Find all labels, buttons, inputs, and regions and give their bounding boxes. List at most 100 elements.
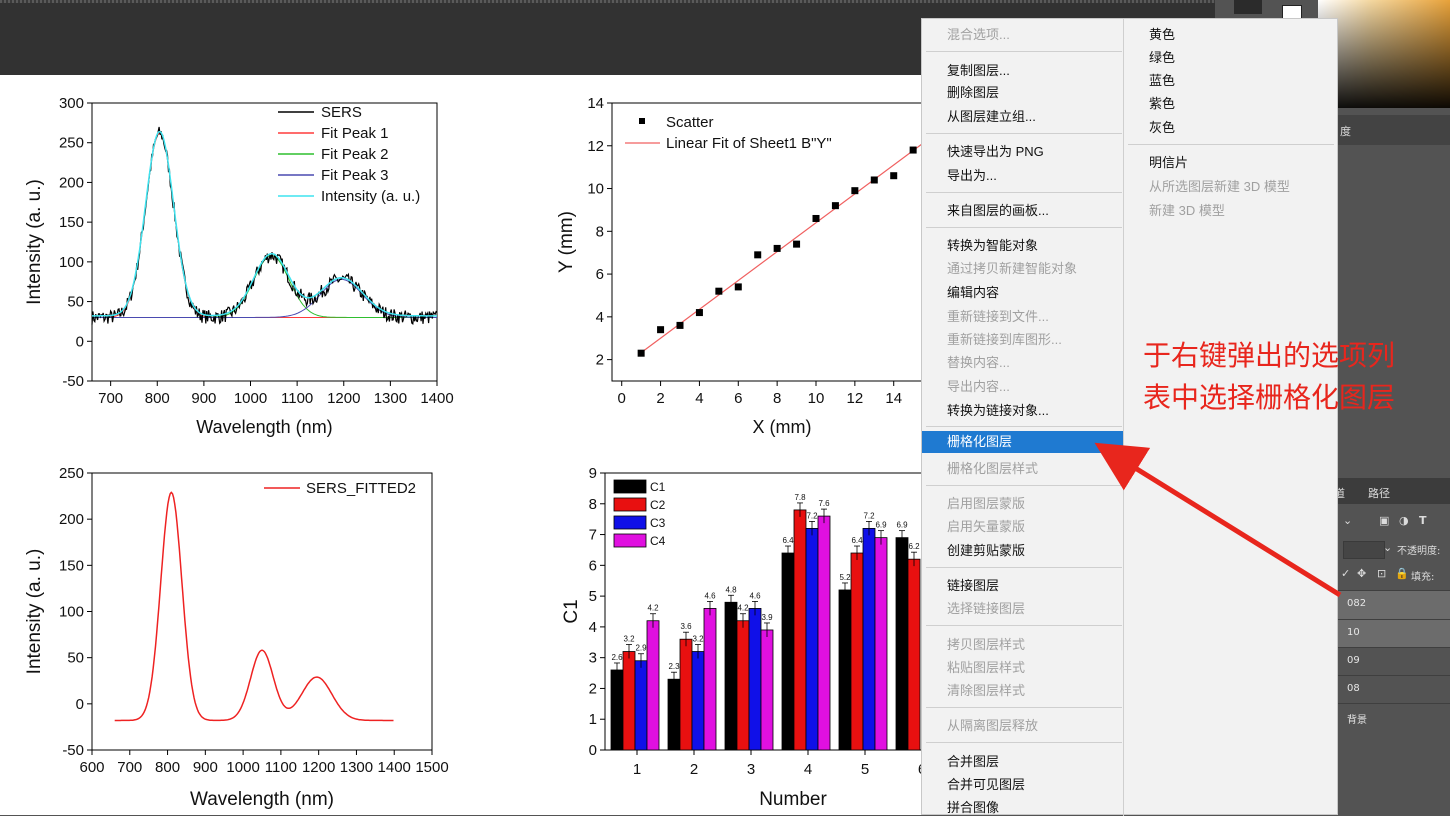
bar (724, 601, 738, 751)
menu-separator (926, 51, 1122, 52)
bar (805, 527, 819, 751)
menu-item[interactable]: 明信片 (1149, 152, 1188, 171)
y-tick-label: 200 (59, 174, 84, 191)
menu-separator (926, 742, 1122, 743)
y-tick-label: 150 (59, 557, 84, 574)
data-label: 6.4 (782, 536, 794, 545)
fit-line (640, 135, 933, 354)
menu-item[interactable]: 合并可见图层 (947, 774, 1025, 793)
bar (817, 515, 831, 751)
bar (874, 537, 888, 751)
menu-separator (1128, 144, 1334, 145)
legend-label: Intensity (a. u.) (321, 188, 420, 205)
y-tick-label: 150 (59, 214, 84, 231)
menu-item[interactable]: 从图层建立组... (947, 106, 1036, 125)
menu-item[interactable]: 来自图层的画板... (947, 200, 1049, 219)
menu-item[interactable]: 转换为智能对象 (947, 235, 1038, 254)
menu-separator (926, 133, 1122, 134)
x-axis-label: X (mm) (753, 417, 812, 437)
data-label: 6.4 (851, 536, 863, 545)
menu-item[interactable]: 栅格化图层 (922, 431, 1123, 453)
panel-tab-label[interactable]: 度 (1340, 123, 1351, 139)
menu-item[interactable]: 编辑内容 (947, 282, 999, 301)
menu-separator (926, 567, 1122, 568)
y-tick-label: 4 (596, 309, 604, 326)
menu-item[interactable]: 导出为... (947, 165, 997, 184)
tab-paths[interactable]: 路径 (1368, 485, 1390, 501)
data-label: 7.2 (806, 511, 818, 520)
menu-separator (926, 227, 1122, 228)
blend-mode-select[interactable] (1343, 541, 1385, 559)
adjustment-filter-icon[interactable]: ◑ (1399, 514, 1409, 527)
y-tick-label: 300 (59, 95, 84, 112)
layer-row[interactable]: 09 (1335, 647, 1450, 676)
bar (736, 620, 750, 751)
chevron-down-icon[interactable]: ⌄ (1383, 541, 1392, 554)
legend-label: Fit Peak 1 (321, 125, 389, 142)
menu-item[interactable]: 蓝色 (1149, 70, 1175, 89)
bar (838, 589, 852, 751)
image-filter-icon[interactable]: ▣ (1379, 514, 1389, 527)
layer-name: 082 (1347, 598, 1367, 609)
layer-row[interactable]: 082 (1335, 590, 1450, 619)
filter-dropdown-icon[interactable]: ⌄ (1343, 514, 1352, 527)
layer-row[interactable]: 08 (1335, 675, 1450, 704)
bar (622, 651, 636, 751)
x-tick-label: 1500 (415, 759, 448, 776)
x-tick-label: 1300 (374, 390, 407, 407)
menu-item[interactable]: 快速导出为 PNG (947, 141, 1044, 160)
y-tick-label: 100 (59, 254, 84, 271)
artboard-icon[interactable]: ⊡ (1377, 567, 1386, 580)
menu-item[interactable]: 合并图层 (947, 751, 999, 770)
lock-icon[interactable]: 🔒 (1395, 567, 1409, 580)
menu-item[interactable]: 黄色 (1149, 24, 1175, 43)
menu-item[interactable]: 链接图层 (947, 575, 999, 594)
menu-item[interactable]: 拼合图像 (947, 797, 999, 816)
data-label: 6.2 (908, 542, 920, 551)
scatter-point (773, 244, 781, 252)
x-tick-label: 6 (734, 390, 742, 407)
y-tick-label: 10 (587, 181, 604, 198)
menu-item[interactable]: 复制图层... (947, 60, 1010, 79)
scatter-point (754, 251, 762, 259)
data-label: 3.2 (623, 635, 635, 644)
y-axis-label: C1 (561, 599, 582, 623)
menu-item: 新建 3D 模型 (1149, 203, 1225, 218)
menu-item[interactable]: 删除图层 (947, 82, 999, 101)
x-tick-label: 700 (117, 759, 142, 776)
x-tick-label: 900 (191, 390, 216, 407)
y-tick-label: 2 (589, 680, 597, 697)
menu-item[interactable]: 转换为链接对象... (947, 400, 1049, 419)
menu-item: 启用矢量蒙版 (947, 519, 1026, 534)
data-label: 4.8 (725, 585, 737, 594)
x-tick-label: 2 (656, 390, 664, 407)
legend-label: Fit Peak 2 (321, 146, 389, 163)
layer-row[interactable]: 10 (1335, 619, 1450, 648)
menu-item[interactable]: 灰色 (1149, 117, 1175, 136)
menu-separator (926, 426, 1122, 427)
legend-swatch (613, 497, 647, 512)
menu-item[interactable]: 创建剪贴蒙版 (947, 540, 1025, 559)
scatter-point (734, 283, 742, 291)
type-filter-icon[interactable]: T (1419, 514, 1427, 527)
legend-label: C3 (650, 516, 666, 530)
lock-pixels-icon[interactable]: ✓ (1341, 567, 1350, 580)
lock-row: ✓ ✥ ⊡ 🔒 填充: (1335, 562, 1450, 588)
annotation-line-1: 于右键弹出的选项列 (1143, 339, 1396, 372)
menu-item[interactable]: 绿色 (1149, 47, 1175, 66)
bar (781, 552, 795, 751)
layer-row[interactable]: 背景 (1335, 703, 1450, 732)
legend-label: Scatter (666, 114, 714, 131)
data-label: 7.6 (818, 499, 830, 508)
data-label: 3.9 (761, 613, 773, 622)
layer-name: 08 (1347, 683, 1360, 694)
menu-item: 启用图层蒙版 (947, 496, 1026, 511)
scatter-point (909, 146, 917, 154)
x-tick-label: 12 (847, 390, 864, 407)
data-label: 4.6 (749, 591, 761, 600)
y-tick-label: 8 (589, 496, 597, 513)
move-icon[interactable]: ✥ (1357, 567, 1366, 580)
scatter-point (676, 321, 684, 329)
layer-name: 10 (1347, 627, 1360, 638)
menu-item[interactable]: 紫色 (1149, 93, 1175, 112)
